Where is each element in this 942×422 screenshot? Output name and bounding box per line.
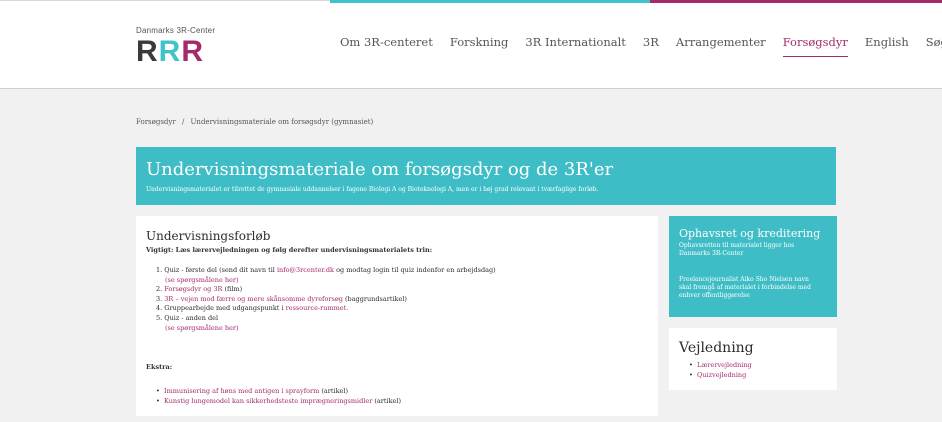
bullet-icon: • <box>156 397 160 405</box>
accent-bar-teal <box>330 0 650 3</box>
step-text: (film) <box>224 285 243 294</box>
logo-letter-1: R <box>136 35 159 68</box>
step-number: 4. <box>156 304 163 313</box>
list-item: 4. Gruppearbejde med udgangspunkt i ress… <box>156 304 496 314</box>
questions-link[interactable]: (se spørgsmålene her) <box>165 276 239 284</box>
bullet-icon: • <box>156 387 160 395</box>
header-divider <box>0 88 942 89</box>
logo-caption: Danmarks 3R-Center <box>136 26 216 35</box>
guide-box: Vejledning • Lærervejledning • Quizvejledn… <box>669 328 837 390</box>
logo-letters: RRR <box>136 37 215 67</box>
site-header: Danmarks 3R-Center RRR Om 3R-centeret Fo… <box>0 0 942 88</box>
lead-text: Vigtigt: Læs lærervejledningen og følg d… <box>146 246 433 254</box>
step-number: 5. <box>156 313 163 322</box>
logo-letter-2: R <box>158 35 182 68</box>
main-content: Undervisningsforløb Vigtigt: Læs lærerve… <box>136 216 658 416</box>
nav-item-om-3r-centeret[interactable]: Om 3R-centeret <box>340 35 433 57</box>
email-link[interactable]: info@3rcenter.dk <box>277 266 334 274</box>
section-heading: Undervisningsforløb <box>146 229 271 243</box>
list-item: 1. Quiz - første del (send dit navn til … <box>156 266 496 276</box>
nav-item-forsogsdyr[interactable]: Forsøgsdyr <box>782 35 848 57</box>
step-text: Quiz - første del (send dit navn til <box>164 266 275 274</box>
nav-item-arrangementer[interactable]: Arrangementer <box>676 35 766 57</box>
breadcrumb-root[interactable]: Forsøgsdyr <box>136 118 176 126</box>
quiz-guide-link[interactable]: Quizvejledning <box>697 371 746 379</box>
nav-item-3r[interactable]: 3R <box>643 35 659 57</box>
step-number: 1. <box>156 266 163 274</box>
extra-list: • Immunisering af høns med antigen i spra… <box>156 386 401 406</box>
bullet-icon: • <box>689 361 693 369</box>
rights-text: Ophavsretten til materialet ligger hos <box>679 242 795 249</box>
nav-item-3r-internationalt[interactable]: 3R Internationalt <box>525 35 626 57</box>
main-nav: Om 3R-centeret Forskning 3R Internationa… <box>340 35 942 57</box>
questions-link[interactable]: (se spørgsmålene her) <box>165 324 239 332</box>
resource-room-link[interactable]: ressource-rummet. <box>286 304 349 312</box>
guide-title: Vejledning <box>679 340 754 356</box>
breadcrumb: Forsøgsdyr / Undervisningsmateriale om f… <box>136 118 373 126</box>
list-item: (se spørgsmålene her) <box>156 324 496 334</box>
list-item: 2. Forsøgsdyr og 3R (film) <box>156 285 496 295</box>
page-title: Undervisningsmateriale om forsøgsdyr og … <box>146 159 614 180</box>
rights-title: Ophavsret og kreditering <box>679 227 821 240</box>
page-subtitle: Undervisningsmaterialet er tilrettet de … <box>146 186 599 193</box>
article-link[interactable]: 3R – vejen mod færre og mere skånsomme d… <box>164 295 343 303</box>
nav-item-forskning[interactable]: Forskning <box>450 35 509 57</box>
nav-item-search[interactable]: Søg <box>926 35 942 57</box>
rights-text: Freelancejournalist Aiko Sho Nielsen nav… <box>679 276 809 283</box>
logo-letter-3: R <box>181 35 205 68</box>
rights-text: Danmarks 3R-Center <box>679 250 744 257</box>
list-item: • Immunisering af høns med antigen i spra… <box>156 386 401 396</box>
nav-item-english[interactable]: English <box>865 35 909 57</box>
top-border <box>0 0 330 1</box>
rights-box: Ophavsret og kreditering Ophavsretten ti… <box>669 216 837 317</box>
step-text: og modtag login til quiz indenfor en arb… <box>336 266 496 274</box>
step-number: 2. <box>156 285 163 294</box>
step-text: Quiz - anden del <box>164 313 219 322</box>
breadcrumb-current: Undervisningsmateriale om forsøgsdyr (gy… <box>190 118 374 126</box>
list-item: 5. Quiz - anden del <box>156 314 496 324</box>
accent-bar-magenta <box>650 0 942 3</box>
bullet-icon: • <box>689 371 693 379</box>
steps-list: 1. Quiz - første del (send dit navn til … <box>156 266 496 333</box>
list-item: • Quizvejledning <box>689 371 746 379</box>
list-item: 3. 3R – vejen mod færre og mere skånsomm… <box>156 295 496 305</box>
step-text: (baggrundsartikel) <box>344 294 407 303</box>
step-text: Gruppearbejde med udgangspunkt i <box>164 304 284 313</box>
hero-banner: Undervisningsmateriale om forsøgsdyr og … <box>136 147 836 205</box>
extra-suffix: (artikel) <box>374 397 401 405</box>
list-item: • Lærervejledning <box>689 361 752 369</box>
film-link[interactable]: Forsøgsdyr og 3R <box>164 285 222 293</box>
breadcrumb-separator: / <box>181 118 185 126</box>
site-logo[interactable]: Danmarks 3R-Center RRR <box>136 26 215 67</box>
extra-suffix: (artikel) <box>321 387 348 395</box>
extra-article-link[interactable]: Kunstig lungemodel kan sikkerhedsteste i… <box>164 397 372 405</box>
teacher-guide-link[interactable]: Lærervejledning <box>697 361 752 369</box>
rights-text: skal fremgå af materialet i forbindelse … <box>679 284 811 291</box>
rights-text: enhver offentliggørelse <box>679 292 750 299</box>
list-item: (se spørgsmålene her) <box>156 276 496 286</box>
step-number: 3. <box>156 294 163 303</box>
extra-article-link[interactable]: Immunisering af høns med antigen i spray… <box>164 387 319 395</box>
extra-heading: Ekstra: <box>146 363 173 371</box>
list-item: • Kunstig lungemodel kan sikkerhedsteste … <box>156 396 401 406</box>
